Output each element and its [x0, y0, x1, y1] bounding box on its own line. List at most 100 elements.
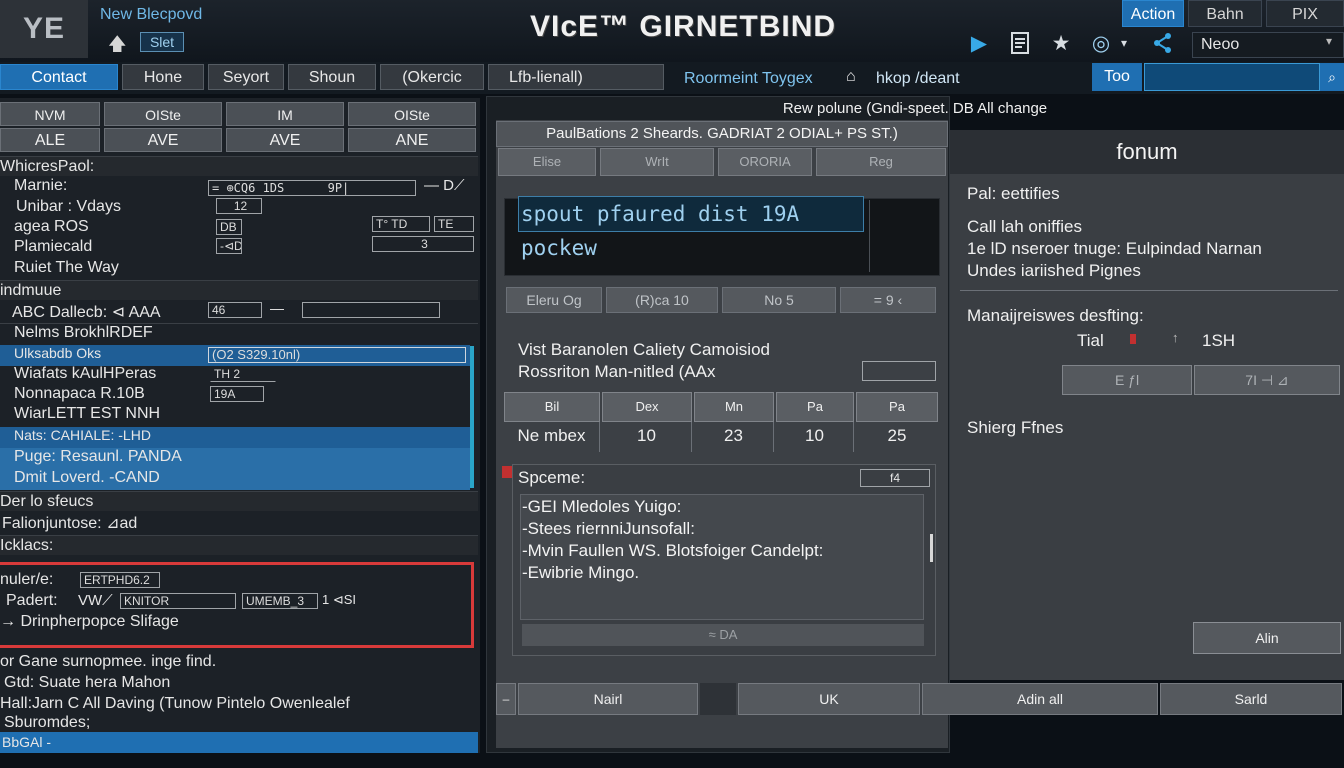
section-title: indmuue	[0, 280, 478, 300]
column-header[interactable]: OISte	[104, 102, 222, 126]
uk-button[interactable]: UK	[738, 683, 920, 715]
segment-button[interactable]: WrIt	[600, 148, 714, 176]
divider	[960, 290, 1338, 291]
info-line: Rossriton Man-nitled (AAx	[518, 362, 716, 381]
tab-hone[interactable]: Hone	[122, 64, 204, 90]
action-link[interactable]: → Drinpherpopce Slifage	[0, 613, 478, 634]
divider	[869, 200, 870, 272]
too-button[interactable]: Too	[1092, 63, 1142, 91]
terminal-input[interactable]: spout pfaured dist 19A pockew	[518, 196, 864, 260]
info-line: Shierg Ffnes	[967, 418, 1064, 437]
play-icon[interactable]: ▶	[966, 30, 992, 56]
list-item[interactable]: Nelms BrokhlRDEF	[0, 323, 478, 344]
tab-contact[interactable]: Contact	[0, 64, 118, 90]
list-item[interactable]: Puge: Resaunl. PANDA	[0, 448, 470, 469]
right-panel	[950, 130, 1344, 680]
tab-bahn[interactable]: Bahn	[1188, 0, 1262, 27]
segment-button[interactable]: 7I ⊣ ⊿	[1194, 365, 1340, 395]
spec-scrollbar[interactable]	[930, 534, 933, 562]
tab-pix[interactable]: PIX	[1266, 0, 1344, 27]
list-item: -Mvin Faullen WS. Blotsfoiger Candelpt:	[522, 541, 824, 560]
field-value[interactable]: 19A	[210, 386, 264, 402]
table-header[interactable]: Pa	[856, 392, 938, 422]
tab-okercic[interactable]: (Okercic	[380, 64, 484, 90]
filter-button[interactable]: Eleru Og	[506, 287, 602, 313]
tab-shoun[interactable]: Shoun	[288, 64, 376, 90]
chevron-down-icon[interactable]: ▾	[1326, 34, 1332, 48]
field-value[interactable]: ERTPHD6.2	[80, 572, 160, 588]
footer-line: or Gane surnopmee. inge find.	[0, 653, 217, 670]
field-value[interactable]: -⊲D	[216, 238, 242, 254]
up-arrow-icon[interactable]: 🡅	[108, 32, 128, 54]
alin-button[interactable]: Alin	[1193, 622, 1341, 654]
search-input[interactable]	[1144, 63, 1320, 91]
info-field[interactable]	[862, 361, 936, 381]
adin-all-button[interactable]: Adin all	[922, 683, 1158, 715]
field-extra: — D⟋	[424, 177, 465, 194]
list-item[interactable]: WiarLETT EST NNH	[0, 405, 478, 426]
footer-line: Hall:Jarn C All Daving (Tunow Pintelo Ow…	[0, 695, 350, 712]
column-header[interactable]: NVM	[0, 102, 100, 126]
collapse-button[interactable]: –	[496, 683, 516, 715]
table-cell: Ne mbex	[504, 422, 600, 452]
field-value[interactable]: DB	[216, 219, 242, 235]
tab-lfb-lienall[interactable]: Lfb-lienall)	[488, 64, 664, 90]
spec-field[interactable]: f4	[860, 469, 930, 487]
column-header[interactable]: IM	[226, 102, 344, 126]
table-cell: 10	[602, 422, 692, 452]
info-line: Pal: eettifies	[967, 184, 1060, 203]
field-value[interactable]: TH 2	[210, 366, 276, 382]
field-value[interactable]: (O2 S329.10nl)	[208, 347, 466, 363]
spec-title: Spceme:	[518, 468, 586, 487]
field-value[interactable]: 46	[208, 302, 262, 318]
tab-seyort[interactable]: Seyort	[208, 64, 284, 90]
segment-button[interactable]: ORORIA	[718, 148, 812, 176]
filter-button[interactable]: No 5	[722, 287, 836, 313]
target-icon[interactable]: ◎	[1088, 30, 1114, 56]
table-header[interactable]: Dex	[602, 392, 692, 422]
segment-button[interactable]: E ƒl	[1062, 365, 1192, 395]
field-value[interactable]: = ⊕CQ6 1DS 9P|	[208, 180, 416, 196]
field-value[interactable]: KNITOR	[120, 593, 236, 609]
filter-button[interactable]: = 9 ‹	[840, 287, 936, 313]
field-value[interactable]: UMEMB_3	[242, 593, 318, 609]
document-icon[interactable]	[1007, 30, 1033, 56]
field-value-text: 9P|	[327, 181, 350, 195]
table-header[interactable]: Pa	[776, 392, 854, 422]
table-header[interactable]: Bil	[504, 392, 600, 422]
column-header[interactable]: AVE	[104, 128, 222, 152]
column-header[interactable]: ALE	[0, 128, 100, 152]
document-name[interactable]: New Blecpovd	[100, 6, 202, 24]
share-icon[interactable]	[1150, 30, 1176, 56]
segment-button[interactable]: Reg	[816, 148, 946, 176]
filter-button[interactable]: (R)ca 10	[606, 287, 718, 313]
star-icon[interactable]: ★	[1048, 30, 1074, 56]
field-value[interactable]: 3	[372, 236, 474, 252]
column-header[interactable]: ANE	[348, 128, 476, 152]
info-line: Undes iariished Pignes	[967, 261, 1141, 280]
list-scrollbar[interactable]	[470, 346, 474, 488]
panel-title: Rew polune (Gndi-speet. DB All change	[782, 100, 1048, 117]
user-select[interactable]: Neoo	[1192, 32, 1344, 58]
field-value[interactable]: 12	[216, 198, 262, 214]
tab-action[interactable]: Action	[1122, 0, 1184, 27]
column-header[interactable]: AVE	[226, 128, 344, 152]
segment-button[interactable]: Elise	[498, 148, 596, 176]
nairl-button[interactable]: Nairl	[518, 683, 698, 715]
sarld-button[interactable]: Sarld	[1160, 683, 1342, 715]
table-header[interactable]: Mn	[694, 392, 774, 422]
search-icon[interactable]: ⌕	[1320, 63, 1344, 91]
chevron-down-icon[interactable]: ▾	[1118, 30, 1130, 56]
arrow-glyph: ↑	[1172, 330, 1179, 345]
column-header[interactable]: OISte	[348, 102, 476, 126]
select-button[interactable]: Slet	[140, 32, 184, 52]
home-icon[interactable]: ⌂	[846, 68, 856, 86]
field-value[interactable]	[302, 302, 440, 318]
path-label: hkop /deant	[876, 70, 960, 87]
table-cell: 10	[776, 422, 854, 452]
field-label: Falionjuntose: ⊿ad	[2, 515, 138, 532]
list-item[interactable]: Nats: CAHIALE: -LHD	[0, 427, 470, 448]
field-value[interactable]: TE	[434, 216, 474, 232]
list-item[interactable]: Dmit Loverd. -CAND	[0, 469, 470, 490]
field-value[interactable]: T° TD	[372, 216, 430, 232]
